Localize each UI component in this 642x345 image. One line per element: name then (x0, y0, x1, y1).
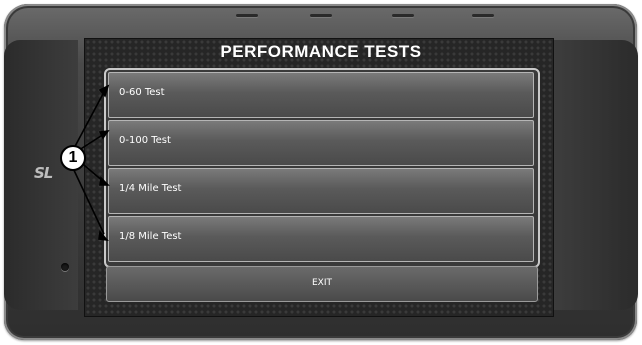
callout-arrowhead (98, 129, 110, 140)
callout-number-badge: 1 (60, 145, 86, 171)
callout-arrowhead (99, 176, 110, 186)
callout-arrow-line (71, 165, 105, 235)
callout-arrows (71, 84, 110, 242)
callout-arrowhead (98, 84, 110, 98)
callout-arrow-line (71, 91, 105, 153)
